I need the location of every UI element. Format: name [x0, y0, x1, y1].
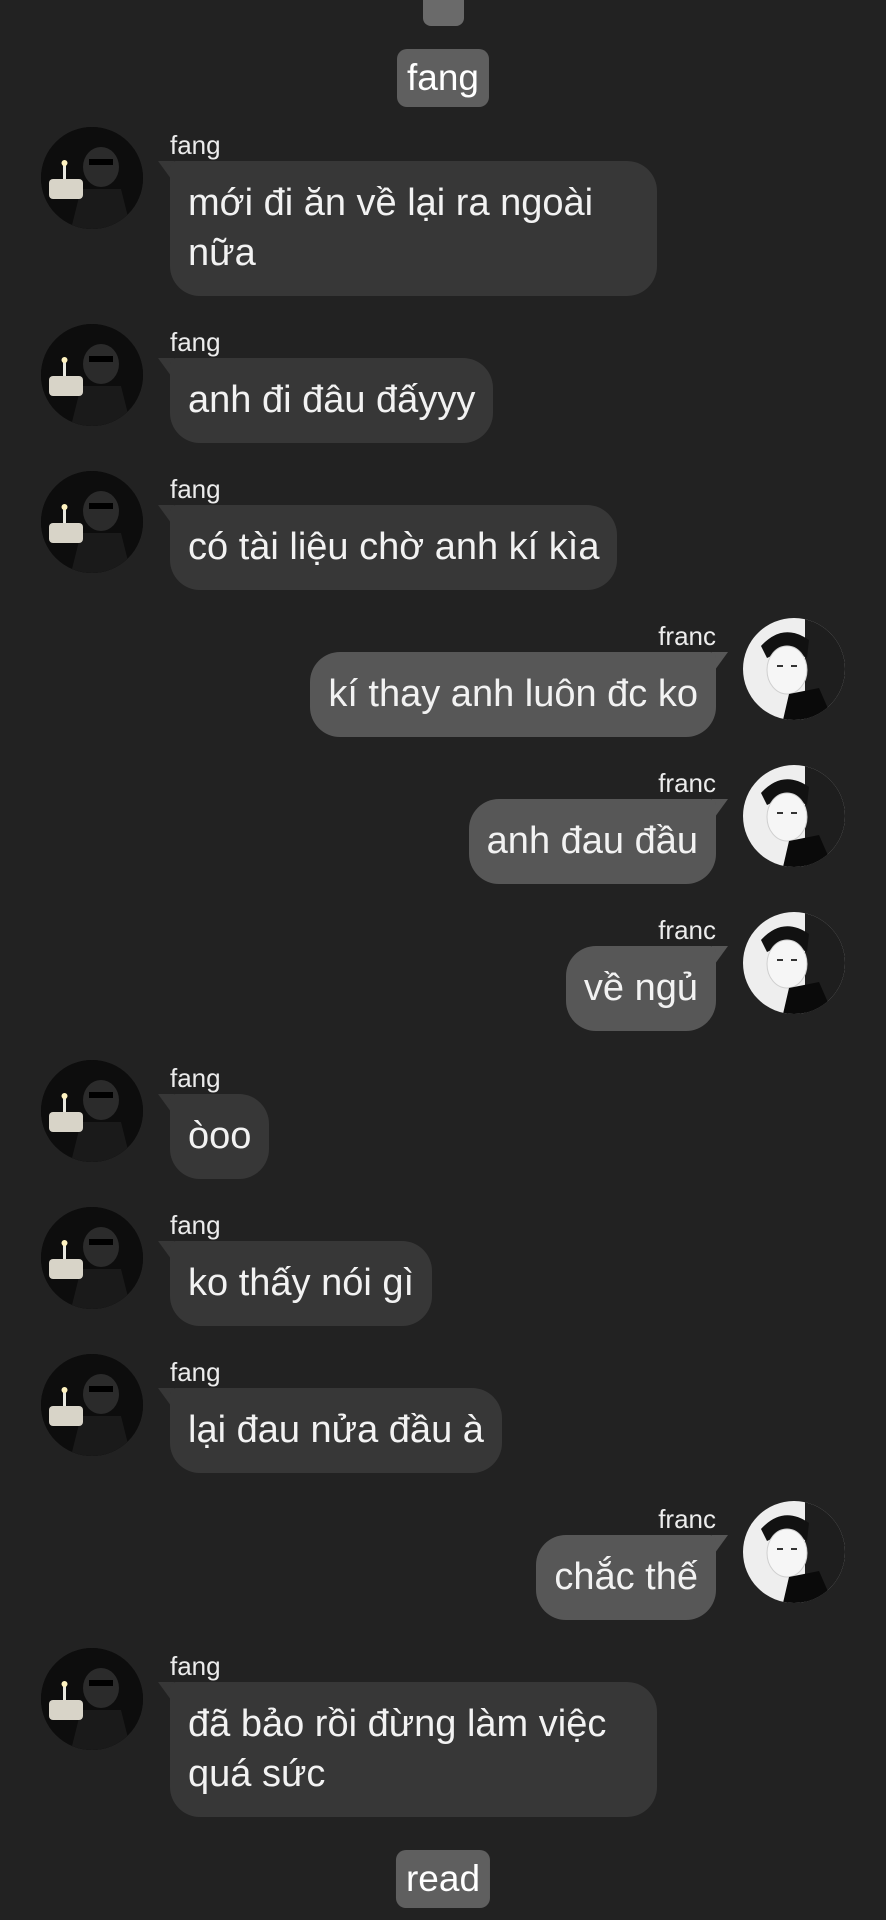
sender-name: fang	[170, 1210, 221, 1240]
avatar-fang[interactable]	[41, 1354, 143, 1456]
avatar-fang[interactable]	[41, 127, 143, 229]
sender-name: fang	[170, 474, 221, 504]
message-bubble[interactable]: đã bảo rồi đừng làm việc quá sức	[170, 1682, 657, 1817]
message-bubble[interactable]: mới đi ăn về lại ra ngoài nữa	[170, 161, 657, 296]
avatar-fang[interactable]	[41, 1060, 143, 1162]
message-bubble[interactable]: về ngủ	[565, 946, 716, 1031]
chat-header-chip: fang	[396, 49, 490, 107]
message-bubble[interactable]: òoo	[170, 1094, 270, 1179]
avatar-franc[interactable]	[743, 912, 845, 1014]
sender-name: franc	[658, 1504, 716, 1534]
message-bubble[interactable]: anh đi đâu đấyyy	[170, 358, 494, 443]
avatar-fang[interactable]	[41, 1648, 143, 1750]
avatar-franc[interactable]	[743, 1501, 845, 1603]
message-bubble[interactable]: kí thay anh luôn đc ko	[310, 652, 716, 737]
message-bubble[interactable]: ko thấy nói gì	[170, 1241, 433, 1326]
avatar-franc[interactable]	[743, 618, 845, 720]
message-bubble[interactable]: anh đau đầu	[468, 799, 716, 884]
avatar-fang[interactable]	[41, 1207, 143, 1309]
sender-name: fang	[170, 1651, 221, 1681]
avatar-fang[interactable]	[41, 324, 143, 426]
sender-name: fang	[170, 1357, 221, 1387]
message-bubble[interactable]: lại đau nửa đầu à	[170, 1388, 502, 1473]
scroll-indicator	[423, 0, 464, 26]
message-bubble[interactable]: chắc thế	[536, 1535, 716, 1620]
sender-name: franc	[658, 915, 716, 945]
avatar-franc[interactable]	[743, 765, 845, 867]
sender-name: fang	[170, 130, 221, 160]
sender-name: franc	[658, 621, 716, 651]
sender-name: fang	[170, 1063, 221, 1093]
sender-name: franc	[658, 768, 716, 798]
avatar-fang[interactable]	[41, 471, 143, 573]
sender-name: fang	[170, 327, 221, 357]
message-bubble[interactable]: có tài liệu chờ anh kí kìa	[170, 505, 618, 590]
read-receipt-chip: read	[395, 1850, 491, 1908]
